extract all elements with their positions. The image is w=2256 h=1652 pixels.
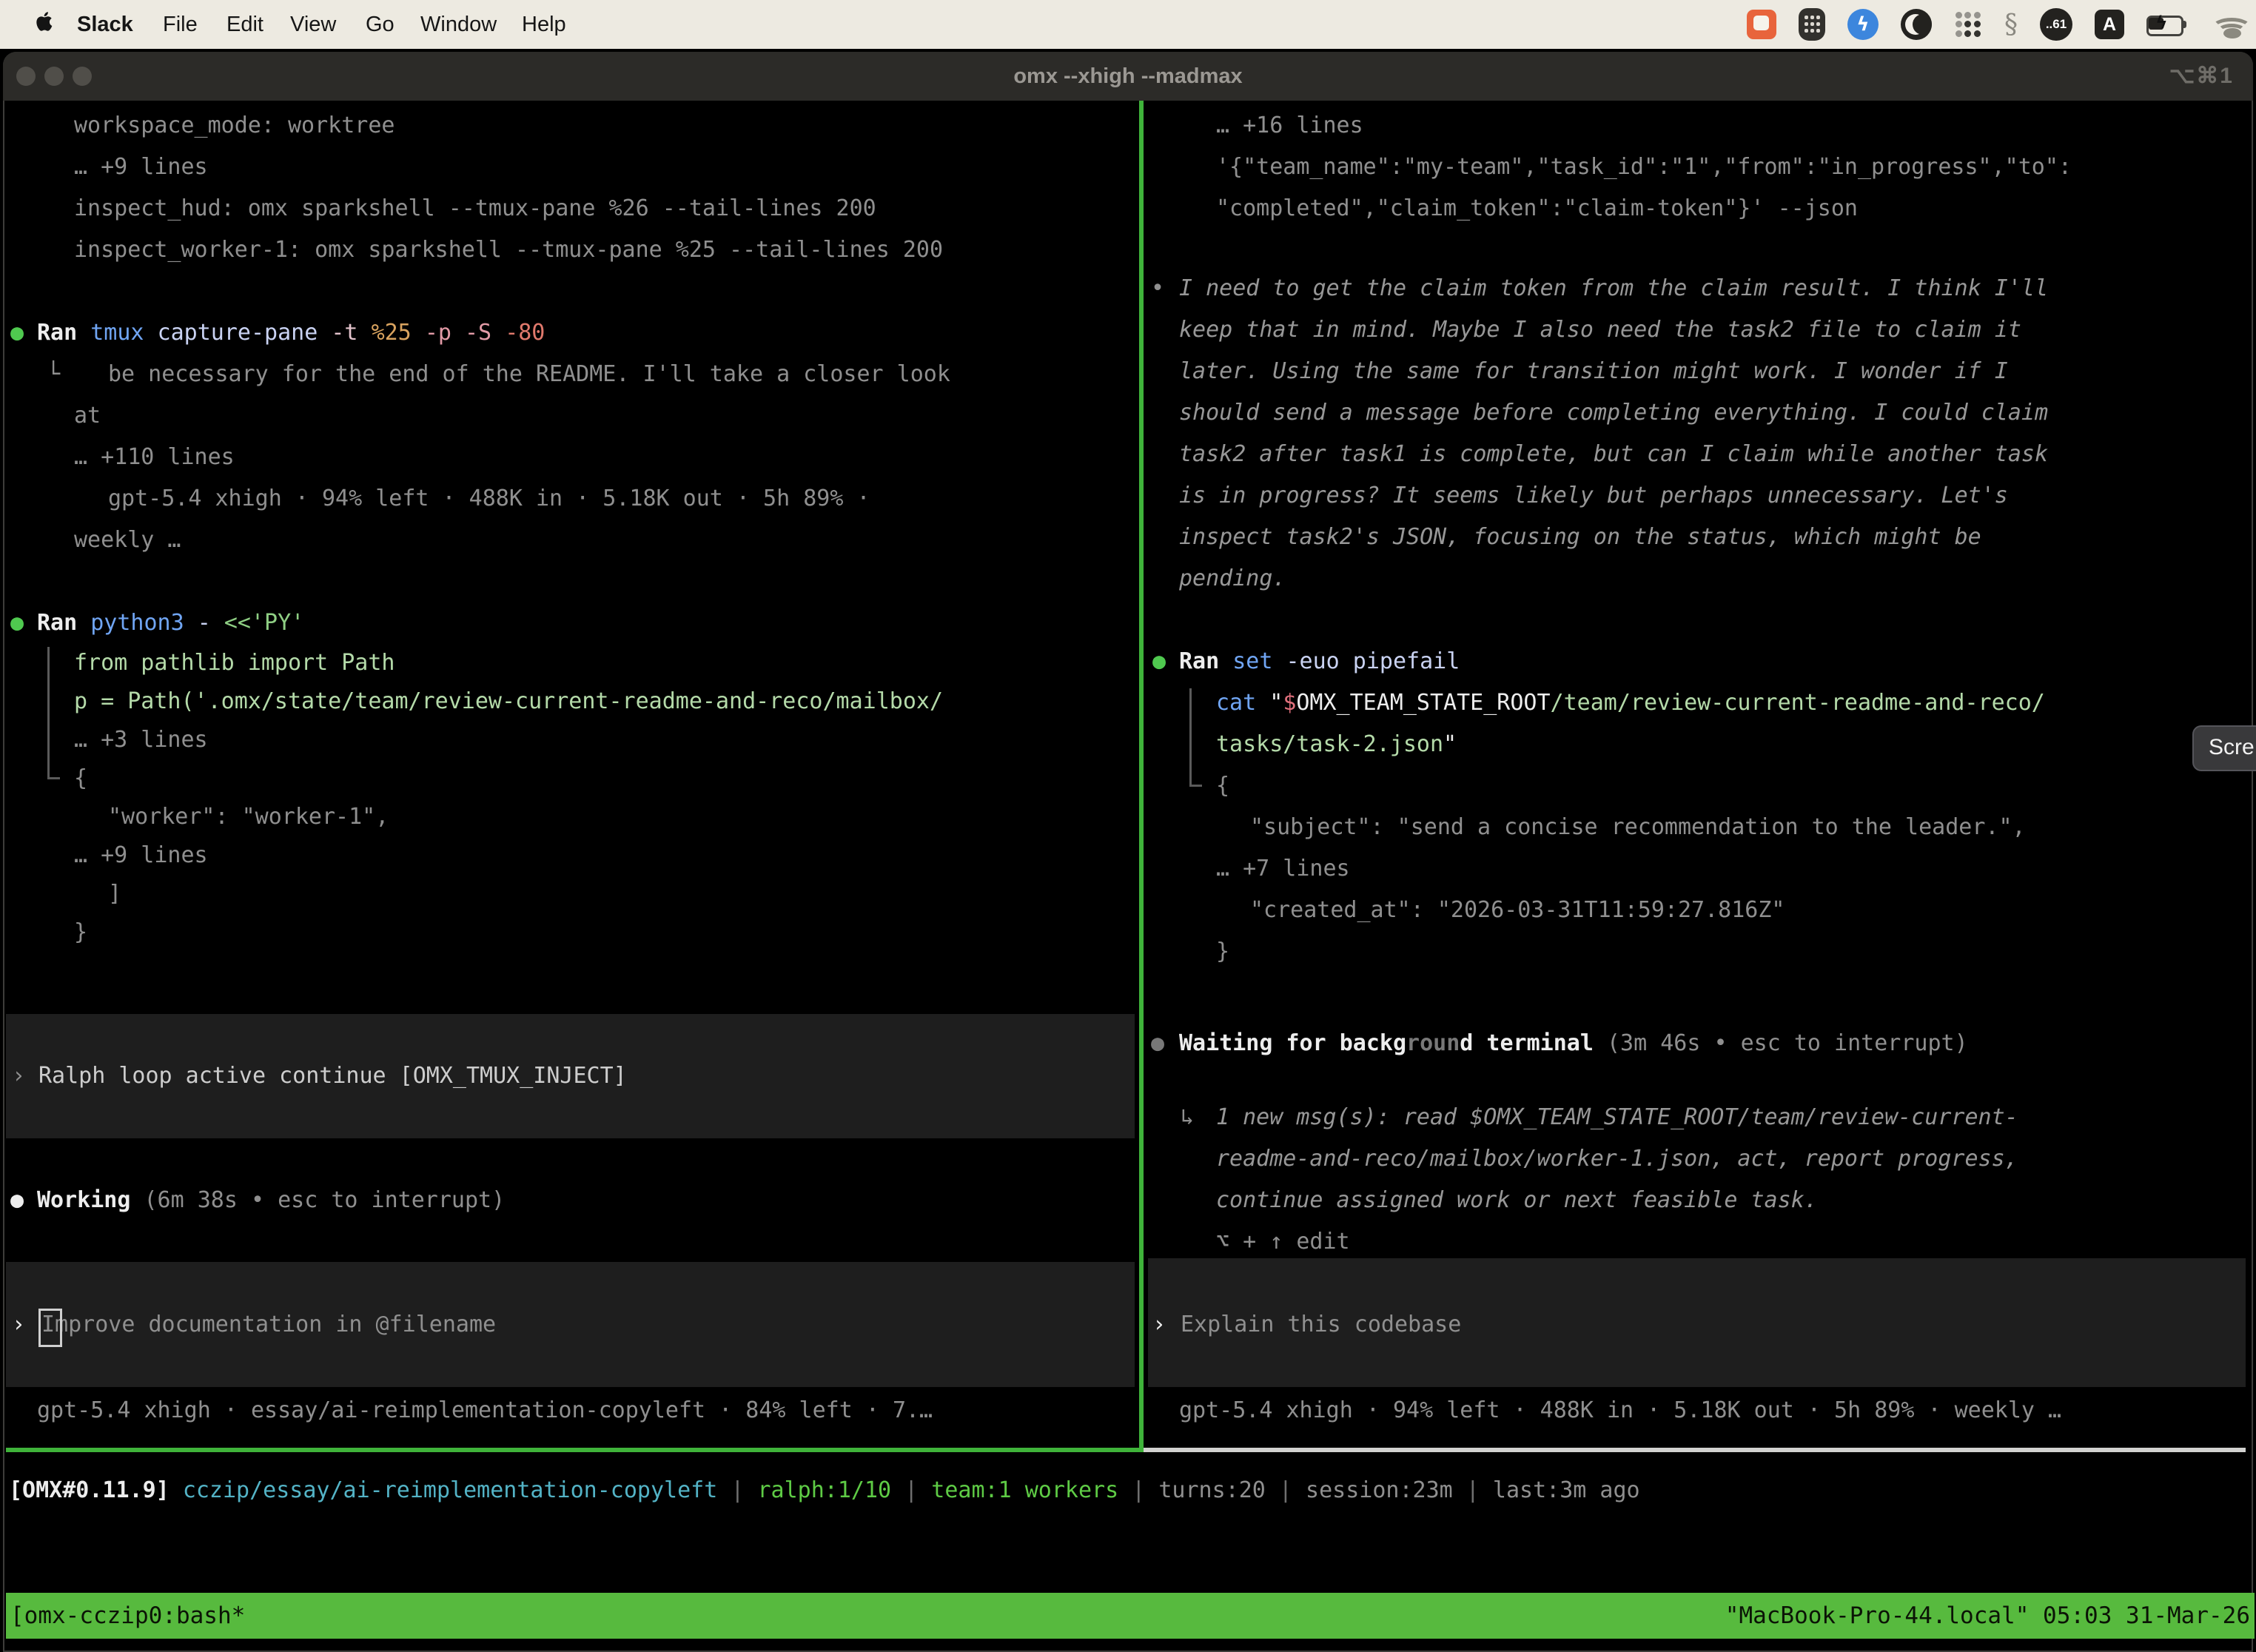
apple-menu[interactable] <box>36 0 55 49</box>
tmux-status-bar: [omx-cczip0:bash* "MacBook-Pro-44.local"… <box>6 1593 2255 1639</box>
menu-view[interactable]: View <box>290 0 336 49</box>
input-source-icon[interactable]: A <box>2095 10 2124 39</box>
screen-share-overlay[interactable]: Scre <box>2192 725 2256 771</box>
squiggle-icon[interactable]: § <box>2004 10 2018 40</box>
status-icons: ϟ § ..61 A ϟ <box>1747 0 2246 49</box>
menu-app-name[interactable]: Slack <box>77 0 133 49</box>
menu-edit[interactable]: Edit <box>226 0 263 49</box>
tmux-session-label[interactable]: [omx-cczip0:bash* <box>10 1602 245 1629</box>
menu-bar: Slack File Edit View Go Window Help ϟ § … <box>0 0 2256 49</box>
crescent-app-icon[interactable] <box>1901 9 1932 40</box>
menu-window[interactable]: Window <box>420 0 497 49</box>
battery-percentage-icon[interactable]: ..61 <box>2040 8 2072 41</box>
menu-go[interactable]: Go <box>366 0 395 49</box>
dots-grid-icon[interactable] <box>1954 10 1982 38</box>
screen: omx --xhigh --madmax ⌥⌘1 workspace_mode:… <box>0 0 2256 1652</box>
wifi-icon[interactable] <box>2210 11 2246 38</box>
menu-help[interactable]: Help <box>522 0 566 49</box>
omx-status-line: [OMX#0.11.9] cczip/essay/ai-reimplementa… <box>0 0 2256 1652</box>
tmux-host-clock: "MacBook-Pro-44.local" 05:03 31-Mar-26 <box>1725 1602 2250 1629</box>
keypad-grid-icon[interactable] <box>1799 8 1825 41</box>
apple-icon <box>36 10 55 38</box>
text-cursor <box>38 1309 62 1347</box>
chat-app-icon[interactable] <box>1747 10 1776 39</box>
terminal-line: [OMX#0.11.9] cczip/essay/ai-reimplementa… <box>9 1470 1640 1511</box>
battery-icon[interactable]: ϟ <box>2146 14 2188 35</box>
menu-file[interactable]: File <box>163 0 198 49</box>
bolt-app-icon[interactable]: ϟ <box>1847 9 1879 40</box>
